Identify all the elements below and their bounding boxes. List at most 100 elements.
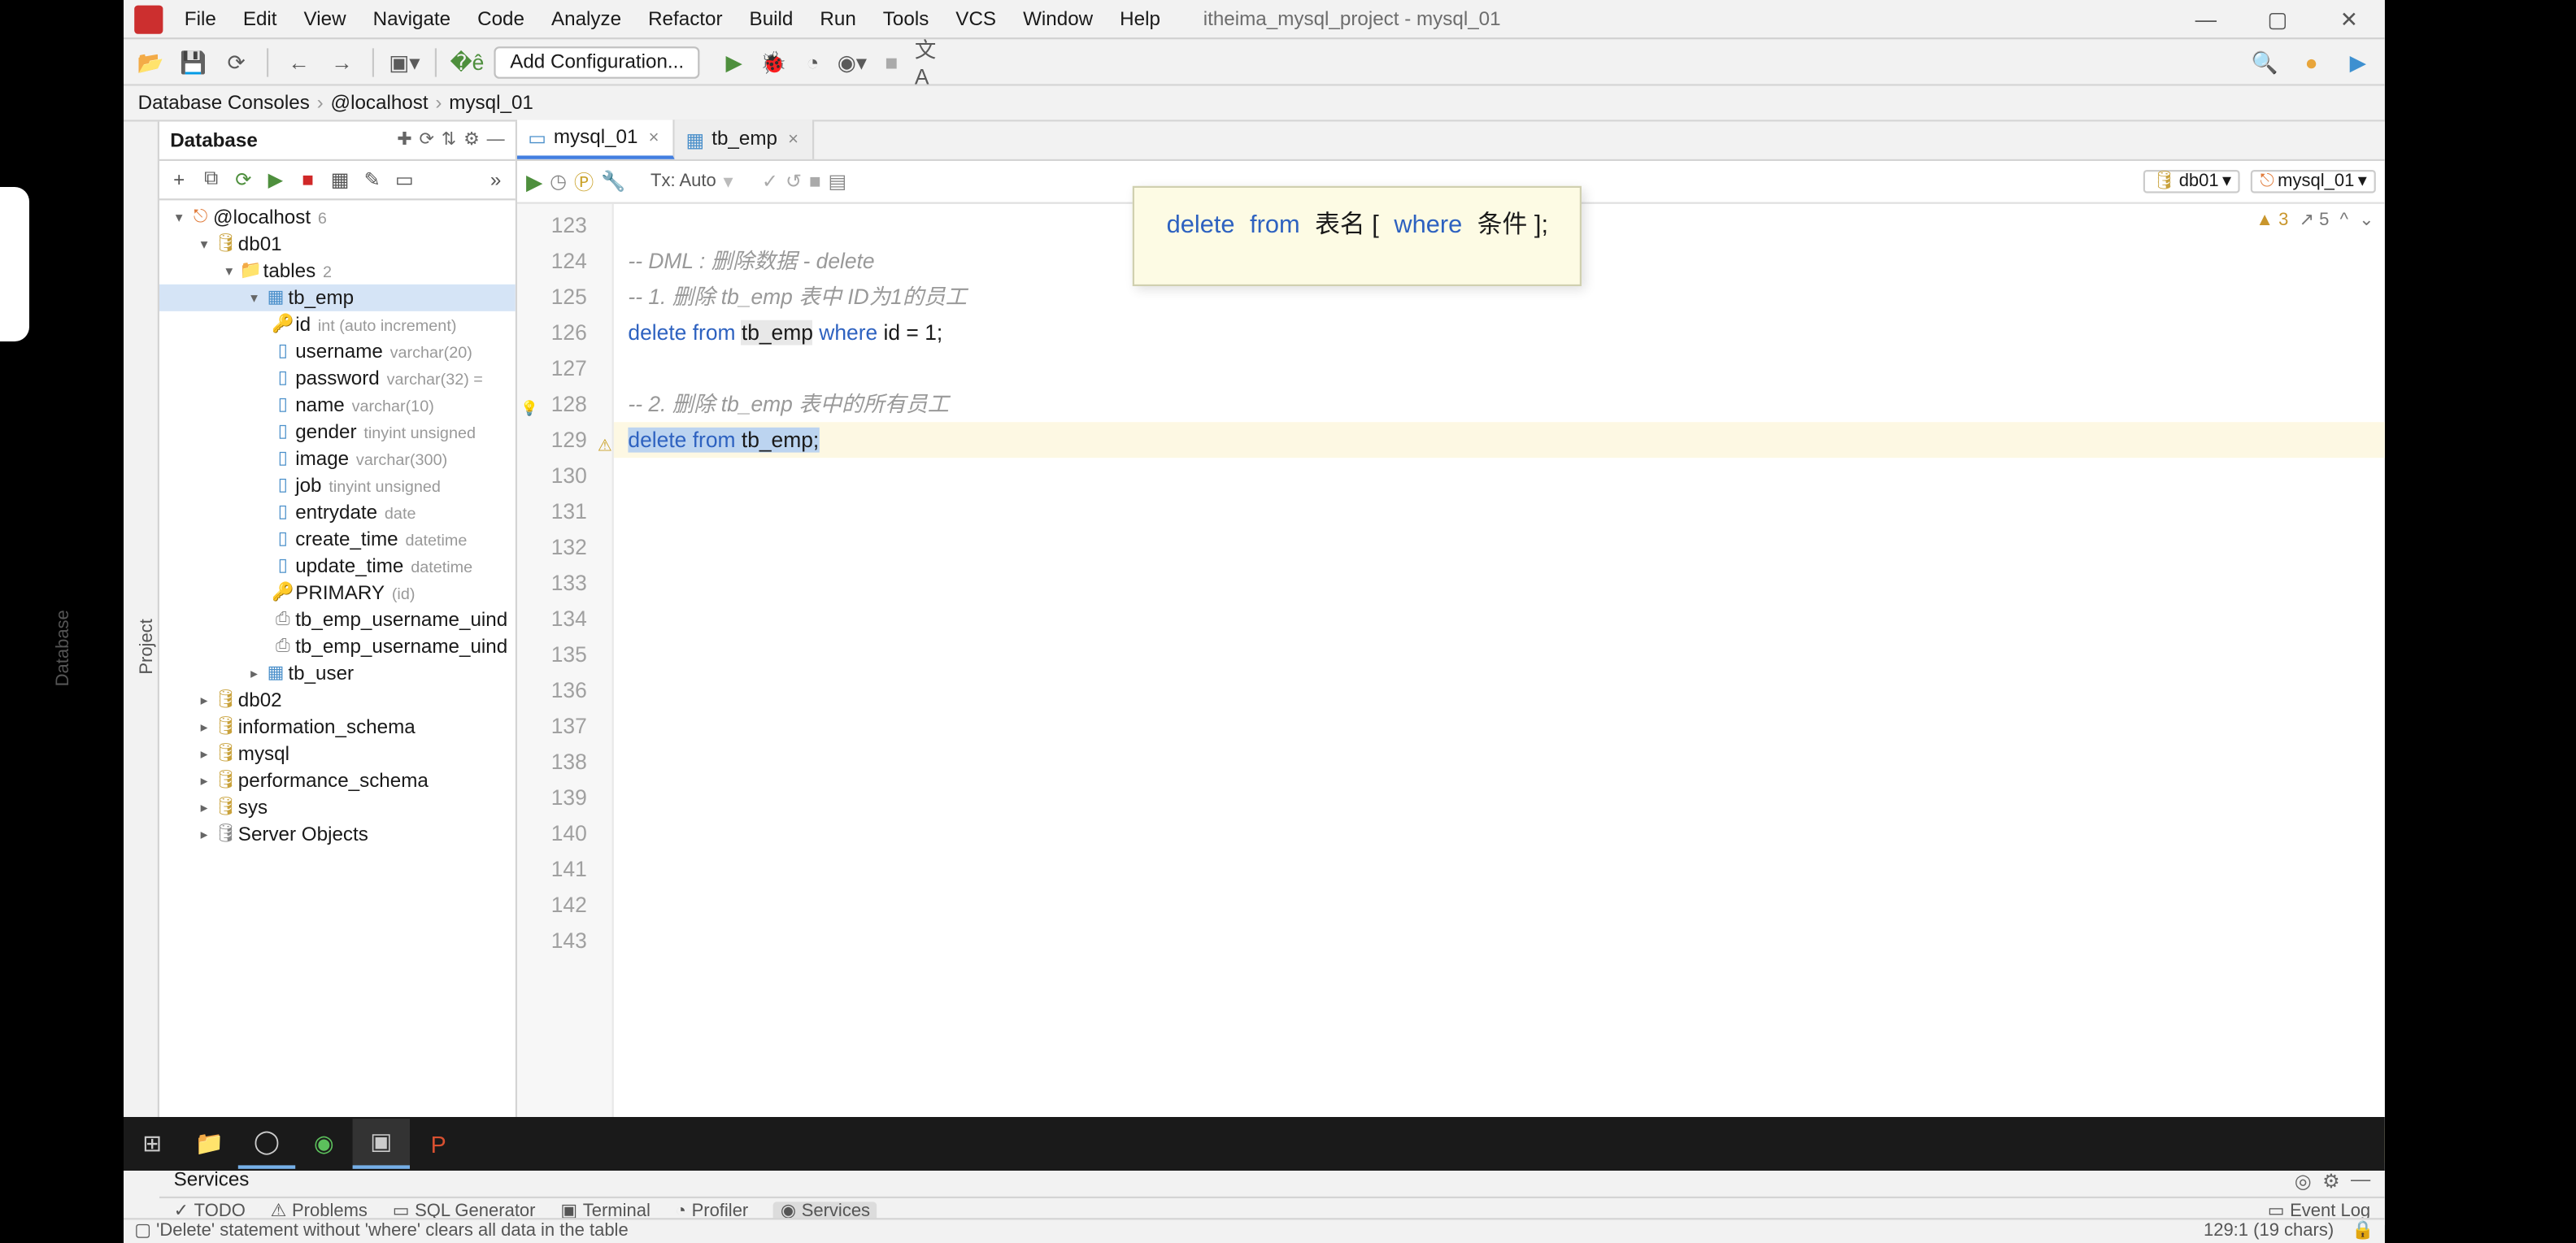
menu-refactor[interactable]: Refactor [637, 5, 733, 33]
menu-code[interactable]: Code [467, 5, 535, 33]
debug-icon[interactable]: 🐞 [757, 46, 790, 78]
tree-serverobj[interactable]: Server Objects [238, 824, 368, 845]
explorer-icon[interactable]: 📁 [181, 1119, 237, 1169]
menu-analyze[interactable]: Analyze [541, 5, 633, 33]
ide-icon[interactable]: ▣ [353, 1119, 410, 1169]
updates-icon[interactable]: ▶ [2342, 46, 2374, 78]
tree-infoschema[interactable]: information_schema [238, 716, 416, 737]
tree-root[interactable]: @localhost [213, 206, 311, 228]
menu-tools[interactable]: Tools [872, 5, 940, 33]
bc-consoles[interactable]: Database Consoles [138, 92, 310, 113]
stop-icon[interactable]: ■ [876, 46, 908, 78]
tx-mode[interactable]: Tx: Auto [651, 172, 716, 191]
tree-db02[interactable]: db02 [238, 689, 282, 711]
filter-icon[interactable]: ⇅ [442, 131, 456, 150]
col-idx2[interactable]: tb_emp_username_uind [295, 636, 507, 657]
add-configuration-button[interactable]: Add Configuration... [494, 46, 700, 78]
menu-help[interactable]: Help [1109, 5, 1171, 33]
tree-tables[interactable]: tables [263, 260, 316, 281]
code-lines[interactable]: delete from 表名 [ where 条件 ]; -- DML : 删除… [614, 204, 2385, 1163]
tab-database[interactable]: Database [54, 609, 73, 685]
settings-icon[interactable]: ⚙ [463, 131, 480, 150]
col-username[interactable]: username [295, 341, 383, 362]
search-icon[interactable]: 🔍 [2249, 46, 2282, 78]
view-icon[interactable]: ▤ [828, 170, 846, 193]
build-icon[interactable]: �ê [451, 46, 484, 78]
srv-settings-icon[interactable]: ◎ [2295, 1169, 2312, 1193]
col-name[interactable]: name [295, 394, 345, 415]
close-button[interactable]: ✕ [2313, 7, 2385, 32]
srv-hide-icon[interactable]: — [2351, 1169, 2370, 1193]
stop-db-icon[interactable]: ■ [295, 169, 320, 190]
cancel-icon[interactable]: ■ [809, 171, 821, 192]
tab-tbemp[interactable]: ▦tb_emp× [675, 120, 814, 159]
forward-icon[interactable]: → [326, 46, 359, 78]
menu-view[interactable]: View [293, 5, 356, 33]
bc-console[interactable]: mysql_01 [449, 92, 533, 113]
minimize-button[interactable]: — [2170, 7, 2242, 32]
col-image[interactable]: image [295, 448, 349, 469]
col-job[interactable]: job [295, 475, 321, 496]
col-primary[interactable]: PRIMARY [295, 582, 385, 603]
execute-icon[interactable]: ▶ [526, 169, 542, 194]
col-entrydate[interactable]: entrydate [295, 502, 377, 523]
col-id[interactable]: id [295, 314, 311, 335]
more-icon[interactable]: » [483, 169, 508, 190]
run-db-icon[interactable]: ▶ [263, 168, 289, 192]
menu-edit[interactable]: Edit [233, 5, 288, 33]
menu-navigate[interactable]: Navigate [362, 5, 461, 33]
avatar-icon[interactable]: ● [2295, 46, 2328, 78]
col-createtime[interactable]: create_time [295, 528, 398, 550]
menu-file[interactable]: File [174, 5, 227, 33]
new-icon[interactable]: ✚ [397, 131, 411, 150]
tab-mysql01[interactable]: ▭mysql_01× [517, 120, 675, 159]
bc-host[interactable]: @localhost [331, 92, 429, 113]
maximize-button[interactable]: ▢ [2242, 7, 2313, 32]
col-gender[interactable]: gender [295, 421, 356, 442]
explain-icon[interactable]: Ⓟ [574, 167, 594, 196]
execute-plan-icon[interactable]: ◷ [550, 170, 567, 193]
menu-build[interactable]: Build [738, 5, 803, 33]
table-icon[interactable]: ▦ [328, 168, 353, 192]
locale-icon[interactable]: 文A [915, 46, 947, 78]
save-icon[interactable]: 💾 [177, 46, 210, 78]
tree-db01[interactable]: db01 [238, 233, 282, 254]
start-button[interactable]: ⊞ [124, 1119, 181, 1169]
chrome-icon[interactable]: ◯ [238, 1119, 295, 1169]
tree-mysql[interactable]: mysql [238, 743, 289, 764]
db-tree[interactable]: ▾⎋@localhost6 ▾🛢db01 ▾📁tables2 ▾▦tb_emp … [159, 200, 516, 1163]
col-password[interactable]: password [295, 367, 380, 389]
tree-sys[interactable]: sys [238, 797, 268, 818]
dup-icon[interactable]: ⧉ [198, 168, 224, 192]
open-icon[interactable]: 📂 [134, 46, 167, 78]
rollback-icon[interactable]: ↺ [785, 170, 802, 193]
col-updatetime[interactable]: update_time [295, 555, 403, 576]
edit-icon[interactable]: ✎ [359, 168, 385, 192]
wrench-icon[interactable]: 🔧 [601, 170, 625, 193]
col-idx1[interactable]: tb_emp_username_uind [295, 609, 507, 630]
menu-run[interactable]: Run [809, 5, 867, 33]
sync-icon[interactable]: ⟳ [231, 168, 256, 192]
ddl-icon[interactable]: ▣▾ [389, 46, 421, 78]
menu-window[interactable]: Window [1012, 5, 1103, 33]
refresh-db-icon[interactable]: ⟳ [420, 131, 434, 150]
console-selector[interactable]: ⎋mysql_01▾ [2251, 170, 2375, 193]
back-icon[interactable]: ← [283, 46, 315, 78]
refresh-icon[interactable]: ⟳ [220, 46, 253, 78]
srv-gear-icon[interactable]: ⚙ [2322, 1169, 2340, 1193]
commit-icon[interactable]: ✓ [762, 170, 778, 193]
wechat-icon[interactable]: ◉ [295, 1119, 352, 1169]
run-icon[interactable]: ▶ [718, 46, 751, 78]
tree-tb-user[interactable]: tb_user [288, 663, 354, 684]
add-db-icon[interactable]: + [167, 169, 192, 190]
menu-vcs[interactable]: VCS [945, 5, 1007, 33]
code-editor[interactable]: 123 124 125 126 127 128 129 130 131 132 … [517, 204, 2385, 1163]
db-selector[interactable]: 🛢db01▾ [2143, 170, 2240, 193]
coverage-icon[interactable]: ◔ [797, 46, 829, 78]
console-icon[interactable]: ▭ [392, 168, 417, 192]
profile-icon[interactable]: ◉▾ [836, 46, 868, 78]
tree-perfschema[interactable]: performance_schema [238, 770, 429, 791]
ppt-icon[interactable]: P [410, 1119, 467, 1169]
tree-tb-emp[interactable]: tb_emp [288, 287, 354, 308]
close-tab-icon[interactable]: × [649, 128, 659, 147]
